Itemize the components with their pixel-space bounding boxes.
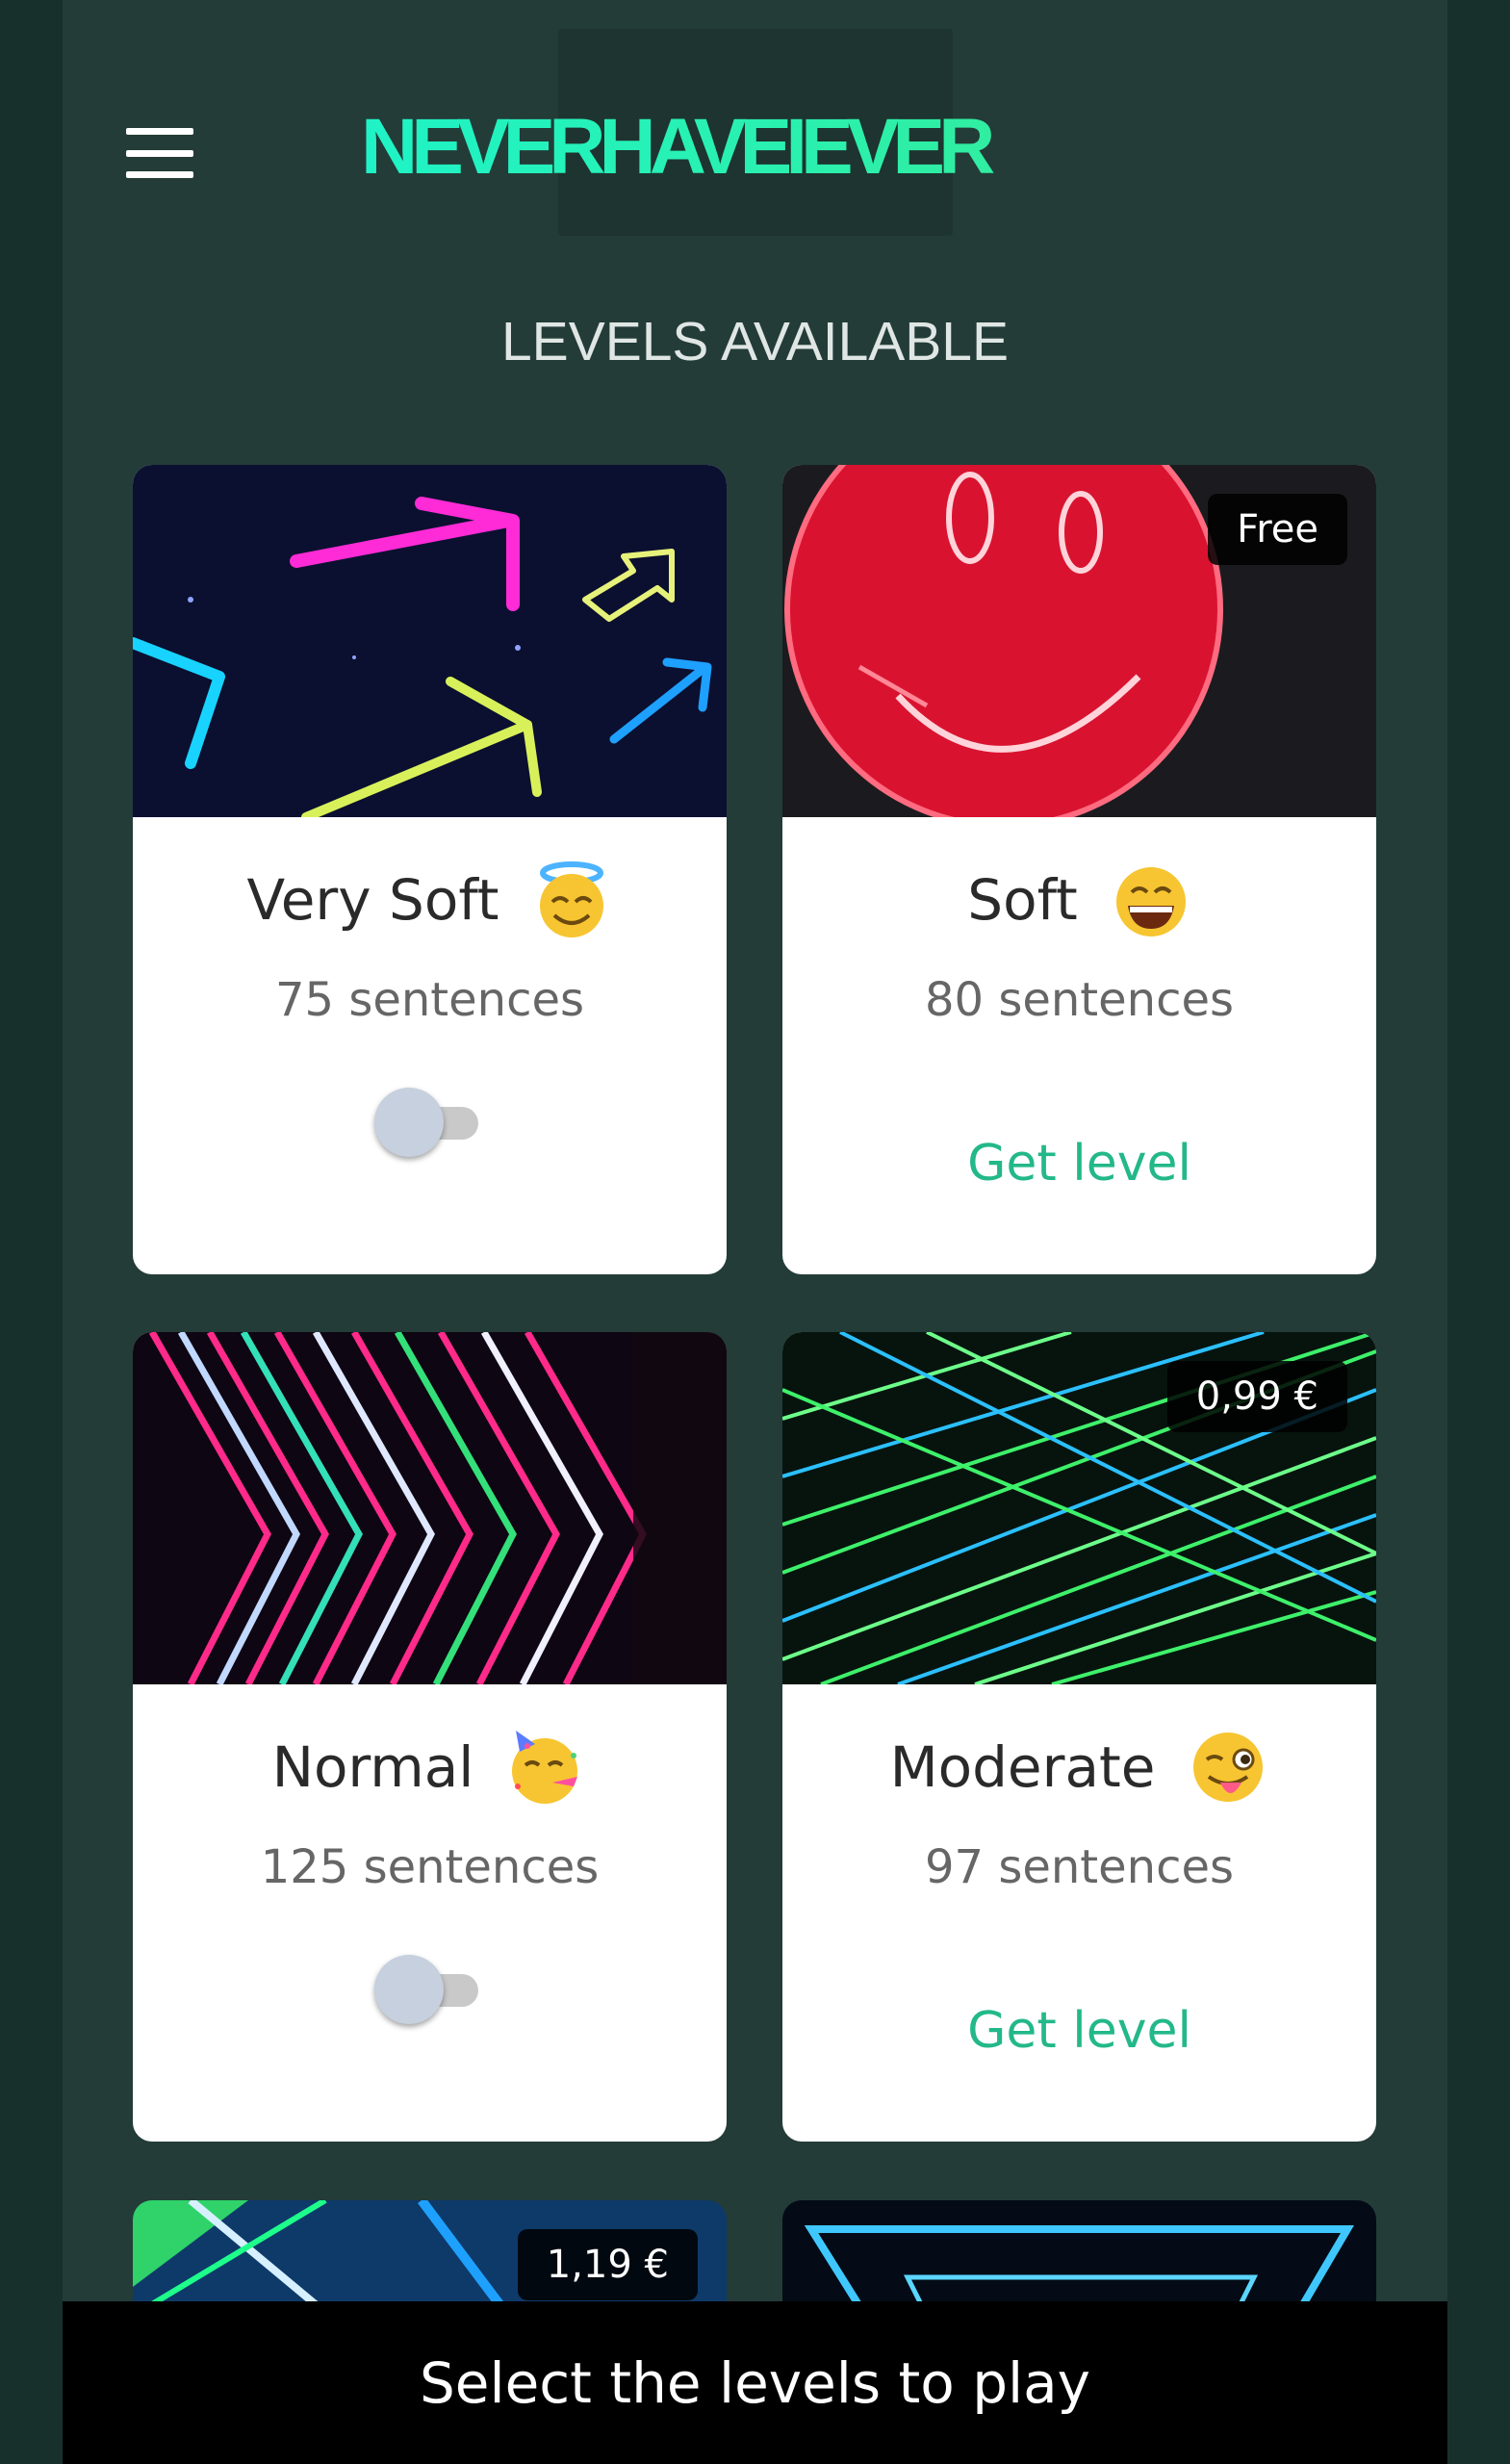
price-badge: Free xyxy=(1208,494,1347,565)
level-image-neon-chevrons xyxy=(133,1332,727,1684)
get-level-button[interactable]: Get level xyxy=(782,2002,1376,2060)
toggle-knob xyxy=(373,1955,444,2024)
level-card-soft: Free Soft 80 sentences Get level xyxy=(782,465,1376,1274)
get-level-button[interactable]: Get level xyxy=(782,1135,1376,1193)
level-card-moderate: 0,99 € Moderate 97 sentences Get level xyxy=(782,1332,1376,2142)
sentence-count: 97 sentences xyxy=(925,1840,1234,1894)
sentence-count: 125 sentences xyxy=(260,1840,600,1894)
level-title: Very Soft xyxy=(246,867,499,933)
level-title: Soft xyxy=(967,867,1078,933)
sentence-count: 80 sentences xyxy=(925,973,1234,1027)
level-card-very-soft: Very Soft 75 sentences xyxy=(133,465,727,1274)
grinning-face-icon xyxy=(1115,867,1186,937)
partying-face-icon xyxy=(512,1731,578,1804)
level-title-row: Very Soft xyxy=(133,860,727,940)
level-toggle-switch[interactable] xyxy=(373,1086,486,1159)
left-margin-strip xyxy=(0,0,63,2464)
right-margin-strip xyxy=(1447,0,1510,2464)
app-logo: NEVERHAVEIEVER xyxy=(361,103,1266,191)
level-image-neon-arrows xyxy=(133,465,727,817)
footer-label: Select the levels to play xyxy=(419,2349,1091,2416)
price-badge: 0,99 € xyxy=(1166,1361,1347,1432)
level-title-row: Normal xyxy=(133,1727,727,1808)
level-title: Normal xyxy=(271,1734,474,1800)
sentence-count: 75 sentences xyxy=(275,973,584,1027)
level-title: Moderate xyxy=(889,1734,1156,1800)
level-toggle-switch[interactable] xyxy=(373,1953,486,2026)
level-title-row: Soft xyxy=(782,860,1376,940)
smiling-face-with-halo-icon xyxy=(540,861,604,937)
level-title-row: Moderate xyxy=(782,1727,1376,1808)
level-card-normal: Normal 125 sentences xyxy=(133,1332,727,2142)
winking-face-with-tongue-icon xyxy=(1193,1732,1264,1802)
app-container: NEVERHAVEIEVER LEVELS AVAILABLE Very Sof… xyxy=(63,0,1447,2464)
hamburger-menu-icon[interactable] xyxy=(126,128,193,178)
toggle-knob xyxy=(373,1088,444,1157)
price-badge: 1,19 € xyxy=(517,2229,698,2300)
header: NEVERHAVEIEVER xyxy=(63,0,1447,289)
section-title: LEVELS AVAILABLE xyxy=(500,311,1010,372)
footer-bar[interactable]: Select the levels to play xyxy=(63,2301,1447,2464)
level-image-red-neon-smiley: Free xyxy=(782,465,1376,817)
level-image-green-lasers: 0,99 € xyxy=(782,1332,1376,1684)
